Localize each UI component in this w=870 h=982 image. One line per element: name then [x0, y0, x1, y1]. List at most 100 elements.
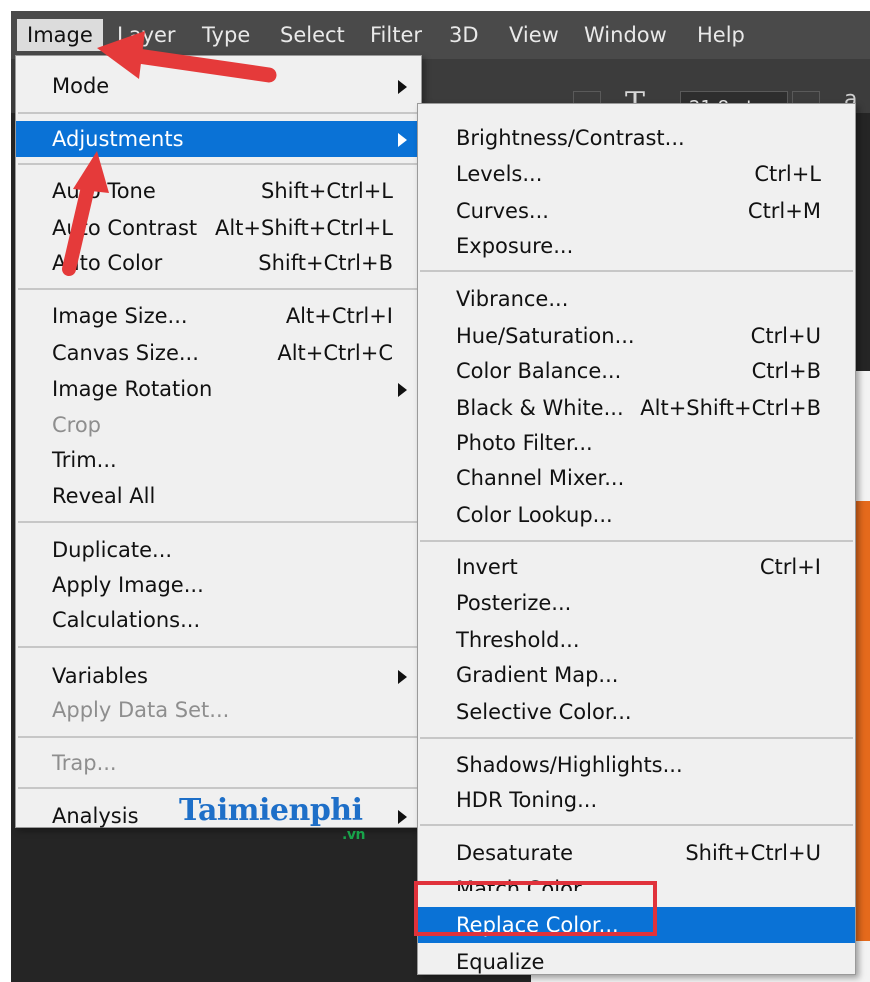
menu-view[interactable]: View: [499, 21, 569, 49]
menu-separator: [18, 646, 419, 648]
menu-separator: [18, 163, 419, 165]
menu-item-black-white[interactable]: Black & White... Alt+Shift+Ctrl+B: [418, 390, 855, 426]
menu-layer[interactable]: Layer: [107, 21, 186, 49]
menu-item-crop: Crop: [16, 407, 421, 443]
menu-item-threshold[interactable]: Threshold...: [418, 622, 855, 658]
menu-item-label: Channel Mixer...: [456, 466, 625, 490]
menu-item-exposure[interactable]: Exposure...: [418, 228, 855, 264]
menu-item-shortcut: Alt+Shift+Ctrl+L: [214, 216, 393, 240]
menu-item-label: Hue/Saturation...: [456, 324, 635, 348]
submenu-arrow-icon: [398, 133, 407, 147]
menu-item-brightness-contrast[interactable]: Brightness/Contrast...: [418, 120, 855, 156]
menu-item-label: Crop: [52, 413, 102, 437]
menu-item-adjustments[interactable]: Adjustments: [16, 121, 421, 157]
menu-item-variables[interactable]: Variables: [16, 658, 421, 694]
menu-item-color-balance[interactable]: Color Balance... Ctrl+B: [418, 353, 855, 389]
menu-item-color-lookup[interactable]: Color Lookup...: [418, 497, 855, 533]
menu-window[interactable]: Window: [574, 21, 677, 49]
menu-item-posterize[interactable]: Posterize...: [418, 585, 855, 621]
menu-item-shortcut: Shift+Ctrl+B: [258, 251, 393, 275]
menu-item-label: Image Rotation: [52, 377, 213, 401]
menu-item-label: Trap...: [52, 751, 117, 775]
menu-item-levels[interactable]: Levels... Ctrl+L: [418, 156, 855, 192]
menu-item-mode[interactable]: Mode: [16, 68, 421, 104]
menu-item-image-size[interactable]: Image Size... Alt+Ctrl+I: [16, 298, 421, 334]
menu-item-label: Auto Color: [52, 251, 163, 275]
menu-item-shortcut: Ctrl+M: [747, 199, 821, 223]
menu-item-label: Apply Data Set...: [52, 698, 230, 722]
submenu-arrow-icon: [398, 383, 407, 397]
menu-separator: [420, 540, 853, 542]
menu-item-label: Auto Contrast: [52, 216, 198, 240]
submenu-arrow-icon: [398, 670, 407, 684]
menu-item-shortcut: Ctrl+B: [751, 359, 821, 383]
menu-item-invert[interactable]: Invert Ctrl+I: [418, 549, 855, 585]
menu-item-label: Canvas Size...: [52, 341, 199, 365]
menu-separator: [420, 270, 853, 272]
menu-item-shortcut: Shift+Ctrl+U: [685, 841, 821, 865]
menu-item-hdr-toning[interactable]: HDR Toning...: [418, 782, 855, 818]
menu-item-trap: Trap...: [16, 745, 421, 781]
menu-item-calculations[interactable]: Calculations...: [16, 602, 421, 638]
menu-item-image-rotation[interactable]: Image Rotation: [16, 371, 421, 407]
menu-item-label: Invert: [456, 555, 518, 579]
menu-item-label: Image Size...: [52, 304, 188, 328]
menu-item-auto-color[interactable]: Auto Color Shift+Ctrl+B: [16, 245, 421, 281]
adjustments-submenu: Brightness/Contrast... Levels... Ctrl+L …: [417, 103, 856, 975]
menu-item-label: Duplicate...: [52, 538, 173, 562]
menu-item-canvas-size[interactable]: Canvas Size... Alt+Ctrl+C: [16, 335, 421, 371]
menu-separator: [18, 288, 419, 290]
menu-item-label: Color Balance...: [456, 359, 622, 383]
logo-initial: T: [179, 793, 198, 828]
menu-item-curves[interactable]: Curves... Ctrl+M: [418, 193, 855, 229]
menu-item-shortcut: Alt+Ctrl+C: [277, 341, 393, 365]
menu-filter[interactable]: Filter: [360, 21, 432, 49]
menu-item-shadows-highlights[interactable]: Shadows/Highlights...: [418, 747, 855, 783]
menu-image[interactable]: Image: [17, 19, 103, 51]
menu-item-shortcut: Ctrl+I: [759, 555, 821, 579]
menu-item-apply-data-set: Apply Data Set...: [16, 692, 421, 728]
logo-suffix: .vn: [342, 827, 365, 843]
menu-item-channel-mixer[interactable]: Channel Mixer...: [418, 460, 855, 496]
annotation-highlight-box: [414, 881, 657, 936]
menu-item-label: Reveal All: [52, 484, 156, 508]
menu-separator: [18, 787, 419, 789]
submenu-arrow-icon: [398, 80, 407, 94]
menu-help[interactable]: Help: [687, 21, 755, 49]
menu-item-label: Threshold...: [456, 628, 580, 652]
menu-item-photo-filter[interactable]: Photo Filter...: [418, 425, 855, 461]
menu-item-shortcut: Alt+Shift+Ctrl+B: [640, 396, 821, 420]
menu-item-label: Analysis: [52, 804, 139, 828]
menu-item-trim[interactable]: Trim...: [16, 442, 421, 478]
menu-item-label: Calculations...: [52, 608, 201, 632]
menu-select[interactable]: Select: [270, 21, 355, 49]
menu-separator: [18, 521, 419, 523]
menu-item-label: Gradient Map...: [456, 663, 619, 687]
menu-item-label: Auto Tone: [52, 179, 156, 203]
menu-item-label: Apply Image...: [52, 573, 204, 597]
menu-item-hue-saturation[interactable]: Hue/Saturation... Ctrl+U: [418, 318, 855, 354]
menu-item-equalize[interactable]: Equalize: [418, 944, 855, 980]
menu-item-apply-image[interactable]: Apply Image...: [16, 567, 421, 603]
menu-item-label: Desaturate: [456, 841, 574, 865]
menu-type[interactable]: Type: [192, 21, 260, 49]
menu-item-label: Levels...: [456, 162, 543, 186]
menu-item-shortcut: Alt+Ctrl+I: [285, 304, 393, 328]
menubar: Image Layer Type Select Filter 3D View W…: [11, 11, 870, 59]
menu-item-desaturate[interactable]: Desaturate Shift+Ctrl+U: [418, 835, 855, 871]
menu-item-auto-contrast[interactable]: Auto Contrast Alt+Shift+Ctrl+L: [16, 210, 421, 246]
menu-item-label: Mode: [52, 74, 110, 98]
menu-3d[interactable]: 3D: [439, 21, 489, 49]
submenu-arrow-icon: [398, 810, 407, 824]
menu-item-auto-tone[interactable]: Auto Tone Shift+Ctrl+L: [16, 173, 421, 209]
menu-item-reveal-all[interactable]: Reveal All: [16, 478, 421, 514]
menu-item-vibrance[interactable]: Vibrance...: [418, 281, 855, 317]
logo-text: aimienphi: [197, 793, 363, 828]
menu-item-selective-color[interactable]: Selective Color...: [418, 694, 855, 730]
menu-item-label: Adjustments: [52, 127, 184, 151]
menu-item-gradient-map[interactable]: Gradient Map...: [418, 657, 855, 693]
menu-separator: [18, 736, 419, 738]
menu-item-label: Black & White...: [456, 396, 624, 420]
menu-item-label: HDR Toning...: [456, 788, 598, 812]
menu-item-duplicate[interactable]: Duplicate...: [16, 532, 421, 568]
